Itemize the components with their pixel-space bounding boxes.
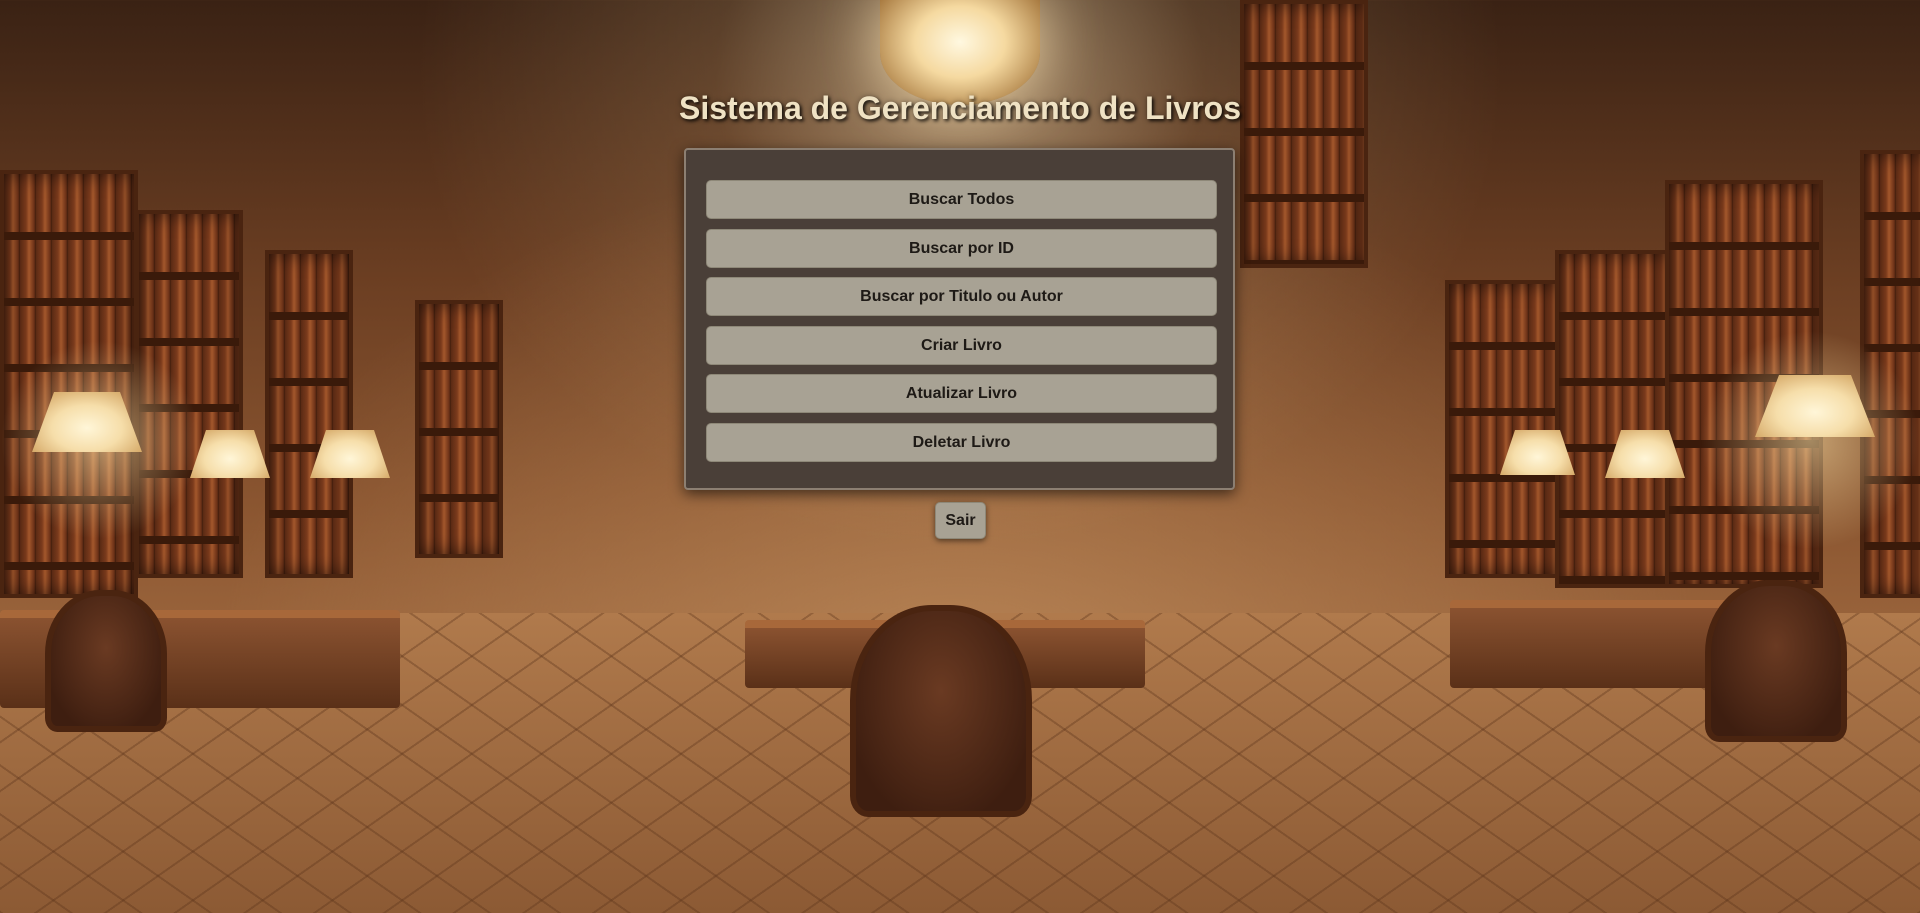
desk <box>745 620 1145 688</box>
buscar-por-id-button[interactable]: Buscar por ID <box>706 228 1217 268</box>
menu-panel: Buscar Todos Buscar por ID Buscar por Ti… <box>684 148 1235 490</box>
background-bookshelf <box>265 250 353 578</box>
background-bookshelf <box>0 170 138 598</box>
lamp <box>1500 430 1575 475</box>
background-bookshelf <box>135 210 243 578</box>
background-floor <box>0 613 1920 913</box>
buscar-por-titulo-autor-button[interactable]: Buscar por Titulo ou Autor <box>706 277 1217 316</box>
background-bookshelf <box>1860 150 1920 598</box>
background-bookshelf <box>1240 0 1368 268</box>
criar-livro-button[interactable]: Criar Livro <box>706 325 1217 365</box>
lamp-glow <box>1700 330 1920 550</box>
lamp-glow <box>0 340 200 540</box>
lamp <box>32 392 142 452</box>
deletar-livro-button[interactable]: Deletar Livro <box>706 422 1217 462</box>
lamp <box>1605 430 1685 478</box>
desk <box>0 610 400 708</box>
lamp <box>1755 375 1875 437</box>
sair-button[interactable]: Sair <box>935 502 986 539</box>
background-bookshelf <box>415 300 503 558</box>
page-title: Sistema de Gerenciamento de Livros <box>679 90 1241 126</box>
buscar-todos-button[interactable]: Buscar Todos <box>706 180 1217 219</box>
chair <box>45 590 167 732</box>
chair <box>1705 580 1847 742</box>
lamp <box>310 430 390 478</box>
lamp <box>190 430 270 478</box>
atualizar-livro-button[interactable]: Atualizar Livro <box>706 374 1217 413</box>
background-bookshelf <box>1665 180 1823 588</box>
background-bookshelf <box>1445 280 1563 578</box>
chair <box>850 605 1032 817</box>
desk <box>1450 600 1830 688</box>
background-bookshelf <box>1555 250 1673 588</box>
